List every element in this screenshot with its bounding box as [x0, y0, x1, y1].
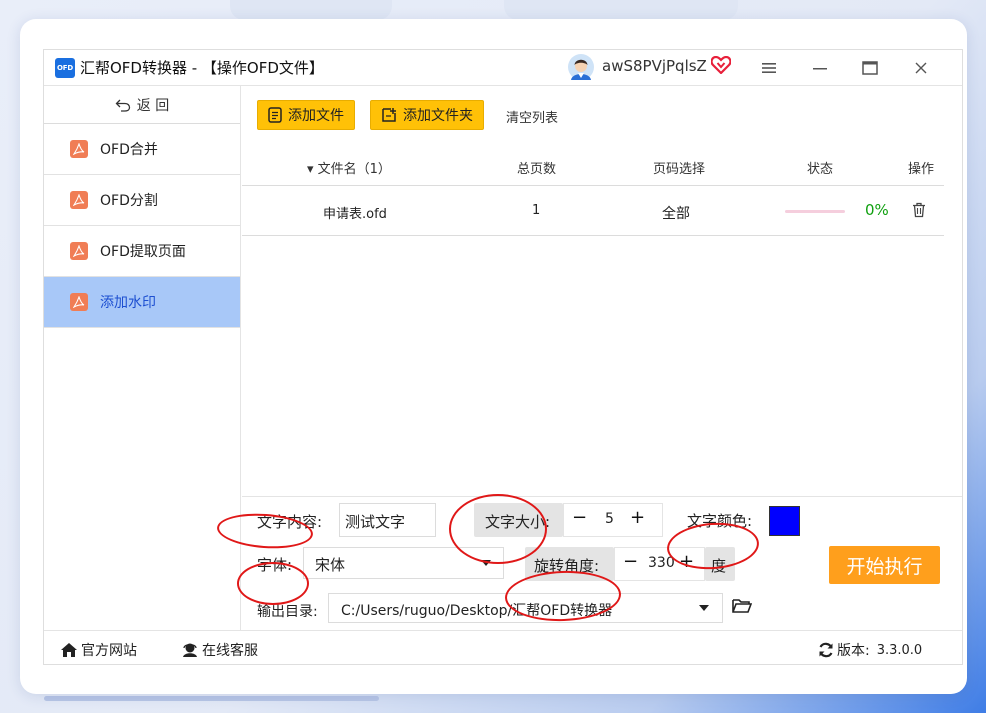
folder-open-icon[interactable] [732, 598, 753, 618]
font-label: 字体: [257, 556, 293, 574]
rotation-stepper[interactable]: − 330 + [614, 547, 705, 581]
background-tab [504, 0, 738, 20]
vip-heart-icon[interactable] [711, 56, 731, 74]
customer-service-icon [183, 643, 197, 657]
output-select[interactable]: C:/Users/ruguo/Desktop/汇帮OFD转换器 [328, 593, 723, 623]
rotation-unit: 度 [711, 557, 727, 575]
minimize-icon[interactable] [808, 56, 832, 80]
document-icon [70, 191, 88, 209]
user-avatar[interactable] [568, 54, 594, 80]
increase-button[interactable]: + [630, 507, 645, 528]
home-icon [61, 643, 77, 657]
table-row[interactable]: 申请表.ofd 1 全部 0% [242, 186, 944, 236]
add-file-button[interactable]: 添加文件 [257, 100, 355, 130]
version-info[interactable]: 版本: 3.3.0.0 [818, 640, 922, 660]
main-panel: 添加文件 添加文件夹 清空列表 ▾ 文件名（1） 总页数 页码选择 状态 操作 … [242, 86, 962, 630]
sidebar-item-label: OFD合并 [100, 142, 158, 158]
cell-pages: 1 [532, 203, 541, 218]
sidebar: 返 回 OFD合并 OFD分割 OFD提取页面 添加水印 [44, 86, 241, 630]
delete-icon[interactable] [912, 202, 926, 222]
maximize-icon[interactable] [858, 56, 882, 80]
add-folder-button[interactable]: 添加文件夹 [370, 100, 484, 130]
col-page-select: 页码选择 [653, 162, 706, 177]
add-file-label: 添加文件 [288, 108, 344, 124]
clear-list-button[interactable]: 清空列表 [506, 107, 558, 126]
sidebar-item-merge[interactable]: OFD合并 [44, 124, 240, 175]
sidebar-item-label: OFD分割 [100, 193, 158, 209]
increase-button[interactable]: + [679, 551, 694, 572]
col-status: 状态 [807, 162, 834, 177]
rotation-unit-box: 度 [705, 547, 735, 581]
file-table: ▾ 文件名（1） 总页数 页码选择 状态 操作 申请表.ofd 1 全部 0% [242, 146, 944, 236]
toolbar: 添加文件 添加文件夹 清空列表 [242, 86, 962, 136]
text-content-label: 文字内容: [257, 513, 323, 531]
col-filename[interactable]: ▾ 文件名（1） [307, 158, 391, 177]
sidebar-item-label: OFD提取页面 [100, 244, 186, 260]
document-icon [70, 293, 88, 311]
sidebar-item-watermark[interactable]: 添加水印 [44, 277, 240, 328]
menu-icon[interactable] [757, 56, 781, 80]
file-add-icon [268, 107, 282, 123]
support-label: 在线客服 [202, 643, 258, 659]
background-tab [230, 0, 392, 20]
progress-bar [785, 210, 845, 213]
back-button[interactable]: 返 回 [44, 86, 240, 124]
status-bar: 官方网站 在线客服 版本: 3.3.0.0 [44, 630, 962, 666]
decrease-button[interactable]: − [572, 507, 587, 528]
app-frame: OFD 汇帮OFD转换器 - 【操作OFD文件】 awS8PVjPqlsZ 返 … [43, 49, 963, 665]
app-window: OFD 汇帮OFD转换器 - 【操作OFD文件】 awS8PVjPqlsZ 返 … [20, 19, 967, 694]
rotation-label: 旋转角度: [534, 557, 600, 575]
refresh-icon [819, 642, 833, 658]
add-folder-label: 添加文件夹 [403, 108, 473, 124]
sidebar-item-split[interactable]: OFD分割 [44, 175, 240, 226]
chevron-down-icon [481, 560, 491, 566]
start-button[interactable]: 开始执行 [829, 546, 940, 584]
close-icon[interactable] [909, 56, 933, 80]
website-label: 官方网站 [81, 643, 137, 659]
font-size-label-box: 文字大小: [474, 503, 563, 537]
back-label: 返 回 [136, 97, 170, 114]
progress-percent: 0% [865, 201, 889, 219]
version-number: 3.3.0.0 [876, 642, 923, 658]
sidebar-item-extract-pages[interactable]: OFD提取页面 [44, 226, 240, 277]
document-icon [70, 242, 88, 260]
table-header: ▾ 文件名（1） 总页数 页码选择 状态 操作 [242, 146, 944, 186]
text-content-value: 测试文字 [345, 513, 406, 531]
username[interactable]: awS8PVjPqlsZ [602, 57, 707, 75]
font-color-label: 文字颜色: [687, 512, 753, 530]
version-label: 版本: [837, 643, 870, 659]
rotation-label-box: 旋转角度: [525, 547, 614, 581]
back-arrow-icon [115, 99, 130, 112]
document-icon [70, 140, 88, 158]
watermark-settings: 文字内容: 测试文字 文字大小: − 5 + 文字颜色: 字体: 宋体 旋转角度… [242, 496, 962, 630]
font-size-value: 5 [605, 511, 614, 527]
text-content-input[interactable]: 测试文字 [339, 503, 436, 537]
font-size-label: 文字大小: [485, 513, 551, 531]
website-link[interactable]: 官方网站 [60, 640, 137, 660]
folder-add-icon [382, 108, 396, 122]
font-select[interactable]: 宋体 [303, 547, 504, 579]
font-value: 宋体 [315, 556, 346, 574]
title-bar: OFD 汇帮OFD转换器 - 【操作OFD文件】 awS8PVjPqlsZ [44, 50, 962, 86]
sidebar-item-label: 添加水印 [100, 295, 156, 311]
cell-page-select[interactable]: 全部 [662, 203, 690, 223]
output-label: 输出目录: [257, 604, 318, 620]
rotation-value: 330 [648, 555, 675, 571]
chevron-down-icon [699, 605, 709, 611]
font-size-stepper[interactable]: − 5 + [563, 503, 663, 537]
col-pages: 总页数 [517, 162, 557, 177]
cell-filename: 申请表.ofd [323, 207, 387, 222]
output-value: C:/Users/ruguo/Desktop/汇帮OFD转换器 [341, 603, 613, 619]
decrease-button[interactable]: − [623, 551, 638, 572]
background-bar [44, 696, 379, 701]
window-title: 汇帮OFD转换器 - 【操作OFD文件】 [80, 59, 324, 77]
font-color-swatch[interactable] [769, 506, 800, 536]
support-link[interactable]: 在线客服 [181, 640, 258, 660]
col-actions: 操作 [908, 162, 935, 177]
app-logo-icon: OFD [55, 58, 75, 78]
